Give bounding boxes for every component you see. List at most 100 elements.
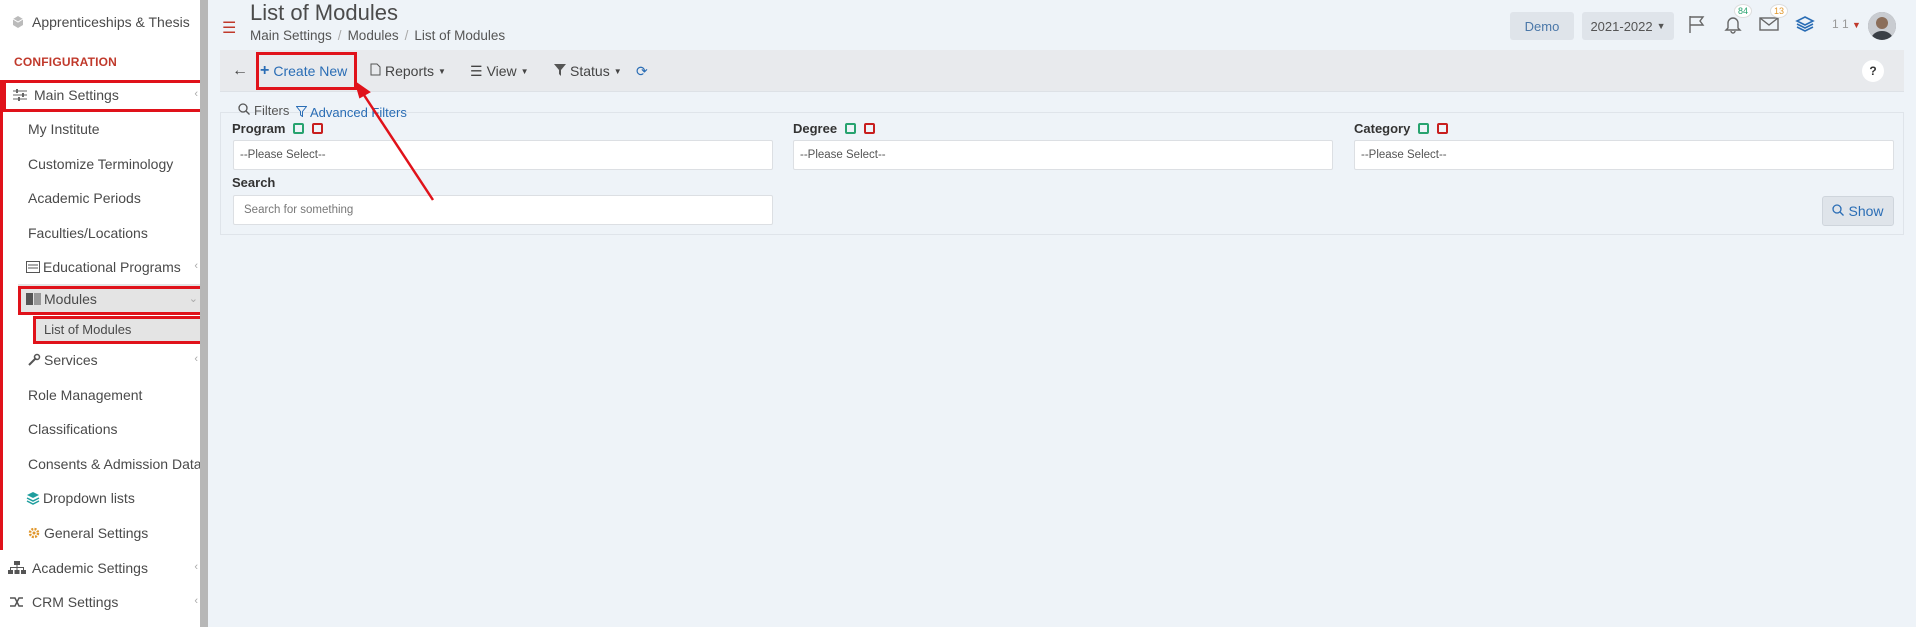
gear-icon	[26, 525, 42, 541]
sidebar-item-my-institute[interactable]: My Institute	[0, 114, 200, 144]
avatar[interactable]	[1868, 12, 1896, 40]
breadcrumb-item[interactable]: Main Settings	[250, 28, 332, 43]
shuffle-icon	[8, 594, 26, 610]
toolbar: ← + Create New Reports ▼ ☰ View ▼ Status…	[220, 50, 1904, 92]
search-label: Search	[232, 175, 276, 190]
sidebar-item-label: Services	[44, 352, 98, 368]
funnel-icon	[295, 105, 308, 120]
caret-down-icon: ▼	[1656, 21, 1666, 31]
annotation-arrow	[354, 80, 435, 201]
help-button[interactable]: ?	[1862, 60, 1884, 82]
program-filter-label: Program	[232, 121, 324, 136]
demo-button[interactable]: Demo	[1510, 12, 1574, 40]
bell-icon[interactable]: 84	[1720, 4, 1752, 36]
list-icon: ☰	[470, 62, 483, 79]
sidebar-item-label: Academic Periods	[28, 190, 141, 206]
sidebar-item-faculties[interactable]: Faculties/Locations	[0, 218, 200, 248]
sidebar-item-role-management[interactable]: Role Management	[0, 380, 200, 410]
category-filter-label: Category	[1354, 121, 1449, 136]
sidebar-item-academic-settings[interactable]: Academic Settings ‹	[0, 553, 200, 583]
sidebar-item-apprenticeships[interactable]: Apprenticeships & Thesis	[0, 7, 200, 37]
category-select[interactable]: --Please Select--	[1354, 140, 1894, 170]
filter-icon	[554, 63, 566, 79]
clear-checkbox[interactable]	[864, 123, 876, 134]
chevron-icon: ‹	[194, 260, 198, 272]
chevron-icon: ‹	[194, 595, 198, 607]
program-label-text: Program	[232, 121, 286, 136]
view-label: View	[486, 63, 517, 79]
show-button[interactable]: Show	[1822, 196, 1894, 226]
sidebar-item-label: CRM Settings	[32, 594, 119, 610]
page-title: List of Modules	[250, 0, 398, 25]
reports-label: Reports	[385, 63, 435, 79]
user-menu[interactable]: 1 1 ▼	[1832, 17, 1861, 31]
refresh-icon: ⟳	[636, 62, 648, 79]
breadcrumb-item: List of Modules	[414, 28, 506, 43]
filters-title: Filters	[238, 103, 289, 118]
sidebar-item-educational-programs[interactable]: Educational Programs ‹	[0, 252, 200, 282]
clear-checkbox[interactable]	[1437, 123, 1449, 134]
refresh-button[interactable]: ⟳	[636, 50, 648, 92]
list-box-icon	[25, 259, 41, 275]
sidebar-item-label: General Settings	[44, 525, 149, 541]
degree-select[interactable]: --Please Select--	[793, 140, 1333, 170]
sidebar-item-services[interactable]: Services ‹	[0, 345, 200, 375]
select-all-checkbox[interactable]	[293, 123, 305, 134]
view-button[interactable]: ☰ View ▼	[470, 50, 529, 92]
org-chart-icon	[8, 560, 26, 576]
sidebar-item-label: Dropdown lists	[43, 490, 135, 506]
notifications-badge: 84	[1733, 4, 1752, 18]
sidebar-item-crm-settings[interactable]: CRM Settings ‹	[0, 587, 200, 617]
caret-down-icon: ▼	[438, 66, 446, 76]
back-button[interactable]: ←	[232, 50, 248, 92]
sidebar-item-academic-periods[interactable]: Academic Periods	[0, 183, 200, 213]
highlight-modules	[18, 286, 205, 315]
sidebar: Apprenticeships & Thesis CONFIGURATION M…	[0, 0, 205, 627]
breadcrumb-item[interactable]: Modules	[348, 28, 399, 43]
status-label: Status	[570, 63, 610, 79]
sidebar-item-label: Consents & Admission Data	[28, 456, 202, 472]
sidebar-item-label: Classifications	[28, 421, 118, 437]
program-select[interactable]: --Please Select--	[233, 140, 773, 170]
sidebar-item-customize-terminology[interactable]: Customize Terminology	[0, 149, 200, 179]
academic-year-select[interactable]: 2021-2022 ▼	[1582, 12, 1674, 40]
user-label: 1 1	[1832, 17, 1849, 31]
flag-icon[interactable]	[1684, 12, 1710, 36]
category-label-text: Category	[1354, 121, 1411, 136]
layers-icon	[25, 490, 41, 506]
box-icon	[10, 14, 26, 30]
clear-checkbox[interactable]	[312, 123, 324, 134]
breadcrumb: Main Settings / Modules / List of Modules	[250, 28, 506, 43]
reports-button[interactable]: Reports ▼	[370, 50, 446, 92]
stack-icon[interactable]	[1792, 12, 1818, 36]
sidebar-item-general-settings[interactable]: General Settings	[0, 518, 200, 548]
sidebar-item-consents[interactable]: Consents & Admission Data	[0, 449, 202, 479]
messages-badge: 13	[1769, 4, 1788, 18]
chevron-icon: ‹	[194, 353, 198, 365]
sidebar-item-label: Academic Settings	[32, 560, 148, 576]
sidebar-item-label: Educational Programs	[43, 259, 181, 275]
filters-label: Filters	[254, 103, 290, 118]
degree-filter-label: Degree	[793, 121, 876, 136]
sidebar-item-dropdown-lists[interactable]: Dropdown lists	[0, 483, 200, 513]
top-header: ☰ List of Modules Main Settings / Modules /…	[208, 0, 1916, 50]
search-icon	[238, 103, 250, 118]
hamburger-menu-icon[interactable]: ☰	[222, 18, 236, 38]
select-all-checkbox[interactable]	[1418, 123, 1430, 134]
sidebar-item-classifications[interactable]: Classifications	[0, 414, 200, 444]
academic-year-value: 2021-2022	[1590, 18, 1653, 34]
search-input[interactable]: Search for something	[233, 195, 773, 225]
sidebar-scrollbar[interactable]	[200, 0, 208, 627]
caret-down-icon: ▼	[1852, 20, 1861, 30]
highlight-main-settings	[3, 80, 205, 112]
section-title-configuration: CONFIGURATION	[14, 55, 118, 69]
status-button[interactable]: Status ▼	[554, 50, 622, 92]
chevron-icon: ‹	[194, 561, 198, 573]
caret-down-icon: ▼	[520, 66, 529, 76]
show-label: Show	[1848, 203, 1884, 219]
select-all-checkbox[interactable]	[845, 123, 857, 134]
advanced-filters-link[interactable]: Advanced Filters	[295, 105, 407, 120]
sidebar-item-label: My Institute	[28, 121, 100, 137]
envelope-icon[interactable]: 13	[1756, 4, 1788, 36]
degree-label-text: Degree	[793, 121, 838, 136]
